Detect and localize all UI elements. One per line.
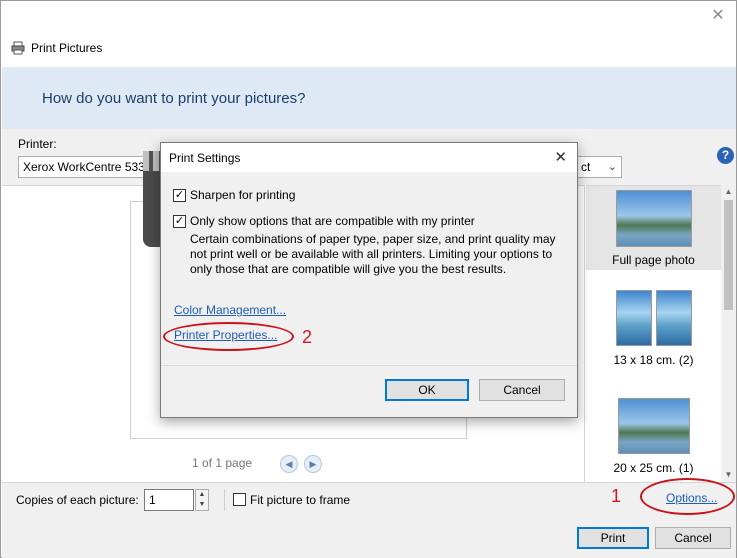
layout-list: Full page photo 13 x 18 cm. (2) 20 x 25 … — [586, 185, 721, 482]
close-icon[interactable]: ✕ — [710, 8, 726, 24]
ok-button[interactable]: OK — [385, 379, 469, 401]
compatible-description-line-1: Certain combinations of paper type, pape… — [190, 232, 556, 246]
header-banner: How do you want to print your pictures? — [2, 67, 736, 129]
layout-label: 13 x 18 cm. (2) — [613, 353, 694, 367]
layout-item-13x18[interactable]: 13 x 18 cm. (2) — [586, 290, 721, 374]
chevron-down-icon: ⌄ — [607, 161, 617, 173]
layout-item-full-page[interactable]: Full page photo — [586, 186, 721, 270]
full-page-thumbnail — [615, 190, 692, 247]
color-management-link[interactable]: Color Management... — [174, 303, 286, 317]
fit-to-frame-label: Fit picture to frame — [250, 493, 351, 507]
layout-label: Full page photo — [612, 253, 695, 267]
copies-input[interactable]: 1 — [144, 489, 194, 511]
decrement-icon[interactable]: ▼ — [196, 500, 208, 510]
compatible-description-line-3: only those that are compatible will give… — [190, 262, 507, 276]
annotation-number-2: 2 — [302, 327, 313, 347]
compatible-options-label: Only show options that are compatible wi… — [190, 214, 475, 228]
print-button[interactable]: Print — [577, 527, 649, 549]
increment-icon[interactable]: ▲ — [196, 490, 208, 500]
page-question: How do you want to print your pictures? — [42, 90, 306, 107]
help-icon[interactable]: ? — [717, 147, 734, 164]
layout-label: 20 x 25 cm. (1) — [613, 461, 694, 475]
print-settings-dialog: Print Settings ✕ ✓ Sharpen for printing … — [160, 142, 578, 418]
dialog-title: Print Settings — [169, 151, 241, 165]
dialog-footer: Print Cancel — [2, 518, 736, 558]
cancel-button[interactable]: Cancel — [655, 527, 731, 549]
printer-icon — [11, 41, 25, 55]
two-photos-thumbnail — [615, 290, 692, 346]
dialog-button-row: OK Cancel — [161, 366, 577, 417]
compatible-description-line-2: not print well or be available with all … — [190, 247, 553, 261]
dialog-close-icon[interactable]: ✕ — [554, 148, 567, 166]
copies-label: Copies of each picture: — [16, 493, 139, 507]
scroll-thumb[interactable] — [724, 200, 733, 310]
divider — [224, 489, 225, 511]
single-photo-thumbnail — [617, 398, 690, 454]
annotation-number-1: 1 — [611, 486, 622, 506]
previous-page-button[interactable]: ◀ — [280, 455, 298, 473]
dialog-cancel-button[interactable]: Cancel — [479, 379, 565, 401]
copies-stepper[interactable]: ▲ ▼ — [195, 489, 209, 511]
compatible-options-checkbox[interactable]: ✓ — [173, 215, 186, 228]
scroll-up-icon[interactable]: ▲ — [721, 185, 736, 199]
sharpen-label: Sharpen for printing — [190, 188, 296, 202]
layout-scrollbar[interactable]: ▲ ▼ — [721, 185, 736, 482]
title-bar: Print Pictures — [11, 39, 102, 57]
annotation-ellipse-printer-properties — [163, 322, 294, 351]
page-count: 1 of 1 page — [192, 456, 253, 470]
paper-type-value: ct — [581, 160, 591, 174]
fit-to-frame-checkbox[interactable] — [233, 493, 246, 506]
copies-row: Copies of each picture: 1 ▲ ▼ Fit pictur… — [2, 482, 736, 518]
scroll-down-icon[interactable]: ▼ — [721, 468, 736, 482]
layout-item-20x25[interactable]: 20 x 25 cm. (1) — [586, 398, 721, 482]
printer-label: Printer: — [18, 137, 57, 151]
paper-type-dropdown[interactable]: ct ⌄ — [576, 156, 622, 178]
window-title: Print Pictures — [31, 41, 103, 55]
next-page-button[interactable]: ▶ — [304, 455, 322, 473]
annotation-ellipse-options — [640, 478, 735, 515]
sharpen-checkbox[interactable]: ✓ — [173, 189, 186, 202]
